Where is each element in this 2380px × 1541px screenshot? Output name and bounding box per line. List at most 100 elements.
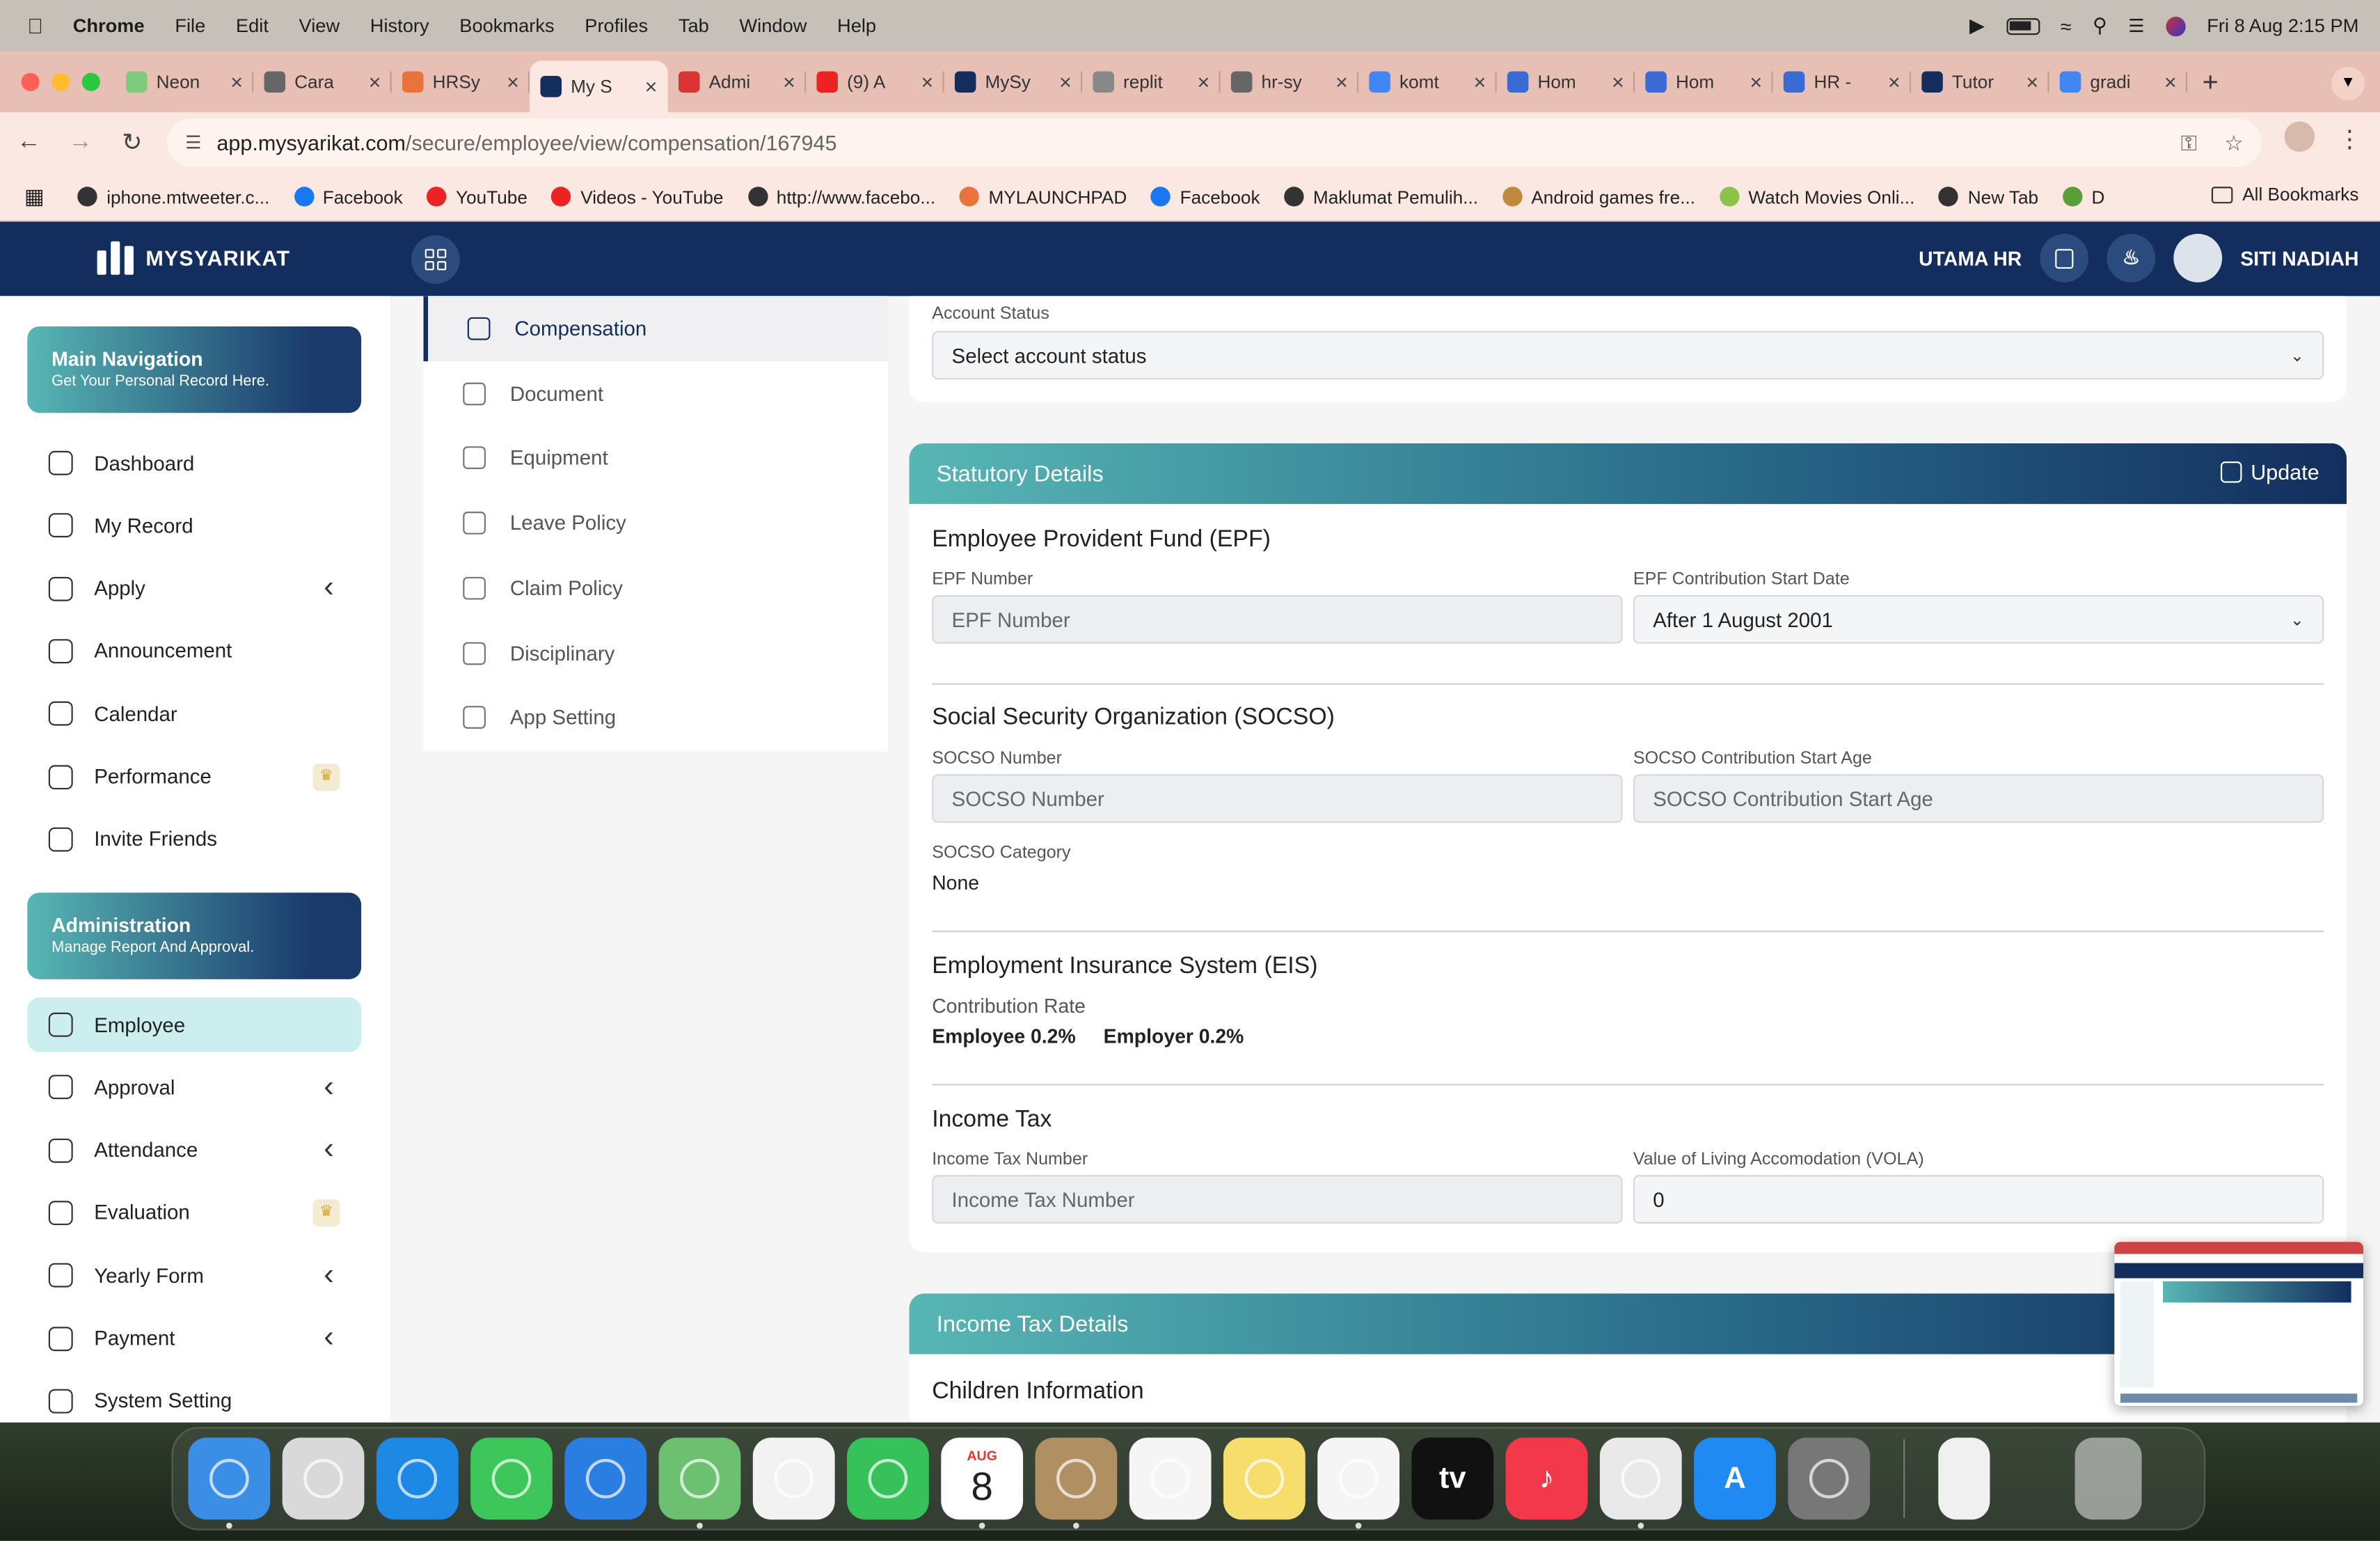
- bookmark-item[interactable]: New Tab: [1939, 186, 2038, 207]
- browser-tab[interactable]: Hom ×: [1635, 59, 1773, 104]
- bookmark-item[interactable]: D: [2063, 186, 2104, 207]
- submenu-item-compensation[interactable]: Compensation: [423, 296, 888, 362]
- dock-trash[interactable]: [2074, 1437, 2142, 1520]
- bookmark-item[interactable]: Facebook: [1151, 186, 1260, 207]
- sidebar-item-announcement[interactable]: Announcement: [27, 624, 361, 679]
- dock-freeform[interactable]: [1317, 1437, 1399, 1529]
- sidebar-item-yearly-form[interactable]: Yearly Form ‹: [27, 1248, 361, 1303]
- tab-close-icon[interactable]: ×: [783, 70, 795, 94]
- sidebar-item-evaluation[interactable]: Evaluation ♛: [27, 1185, 361, 1240]
- update-button[interactable]: Update: [2220, 460, 2319, 484]
- sidebar-item-employee[interactable]: Employee: [27, 997, 362, 1052]
- dock-contacts[interactable]: [1035, 1437, 1118, 1529]
- control-center-icon[interactable]: ☰: [2128, 15, 2144, 37]
- dock-recent-document[interactable]: [1938, 1437, 1990, 1520]
- tab-close-icon[interactable]: ×: [2164, 70, 2177, 94]
- dock-launchpad[interactable]: [282, 1437, 365, 1520]
- menu-profiles[interactable]: Profiles: [585, 15, 648, 37]
- socso-start-age-input[interactable]: SOCSO Contribution Start Age: [1633, 774, 2324, 823]
- chrome-menu-icon[interactable]: ⋮: [2338, 125, 2362, 155]
- dock-apple-tv[interactable]: tv: [1411, 1437, 1494, 1520]
- account-status-select[interactable]: Select account status ⌄: [932, 331, 2324, 380]
- browser-tab[interactable]: hr-sy ×: [1221, 59, 1359, 104]
- menubar-clock[interactable]: Fri 8 Aug 2:15 PM: [2207, 15, 2358, 37]
- close-window-button[interactable]: [21, 72, 40, 91]
- browser-tab[interactable]: komt ×: [1358, 59, 1497, 104]
- battery-icon[interactable]: [2006, 17, 2040, 35]
- dock-safari[interactable]: [376, 1437, 459, 1520]
- bookmark-item[interactable]: http://www.facebo...: [747, 186, 935, 207]
- menu-app-name[interactable]: Chrome: [73, 15, 145, 37]
- dock-finder[interactable]: [188, 1437, 271, 1529]
- tab-search-chevron-icon[interactable]: ▼: [2331, 66, 2365, 100]
- tab-close-icon[interactable]: ×: [1612, 70, 1624, 94]
- new-tab-button[interactable]: +: [2203, 66, 2219, 98]
- browser-tab[interactable]: Tutor ×: [1911, 59, 2049, 104]
- dock-app-store[interactable]: A: [1694, 1437, 1776, 1520]
- siri-icon[interactable]: [2166, 15, 2186, 36]
- tab-close-icon[interactable]: ×: [1888, 70, 1901, 94]
- bookmark-star-icon[interactable]: ☆: [2224, 131, 2243, 157]
- sidebar-item-system-setting[interactable]: System Setting: [27, 1373, 361, 1422]
- browser-tab[interactable]: (9) A ×: [806, 59, 944, 104]
- browser-tab[interactable]: Admi ×: [668, 59, 807, 104]
- tab-close-icon[interactable]: ×: [369, 70, 381, 94]
- bookmark-item[interactable]: Watch Movies Onli...: [1719, 186, 1914, 207]
- menu-bookmarks[interactable]: Bookmarks: [459, 15, 554, 37]
- sidebar-item-calendar[interactable]: Calendar: [27, 686, 361, 741]
- tab-close-icon[interactable]: ×: [1473, 70, 1486, 94]
- sidebar-item-apply[interactable]: Apply ‹: [27, 561, 361, 616]
- submenu-item-claim-policy[interactable]: Claim Policy: [424, 555, 888, 621]
- company-switch-button[interactable]: [2040, 233, 2089, 283]
- bookmark-item[interactable]: Facebook: [294, 186, 403, 207]
- all-bookmarks-folder[interactable]: All Bookmarks: [2212, 184, 2358, 205]
- minimize-window-button[interactable]: [51, 72, 70, 91]
- dock-reminders[interactable]: [1129, 1437, 1212, 1520]
- user-avatar[interactable]: [2173, 233, 2223, 283]
- tab-close-icon[interactable]: ×: [921, 70, 934, 94]
- sidebar-item-dashboard[interactable]: Dashboard: [27, 436, 361, 491]
- play-icon[interactable]: ▶: [1969, 14, 1985, 38]
- tab-close-icon[interactable]: ×: [1750, 70, 1762, 94]
- spotlight-search-icon[interactable]: ⚲: [2093, 14, 2107, 38]
- tab-close-icon[interactable]: ×: [230, 70, 243, 94]
- forward-arrow-icon[interactable]: →: [58, 129, 103, 156]
- submenu-item-disciplinary[interactable]: Disciplinary: [424, 620, 888, 686]
- tab-close-icon[interactable]: ×: [2026, 70, 2038, 94]
- reload-icon[interactable]: ↻: [109, 127, 154, 158]
- notifications-button[interactable]: ♨: [2107, 233, 2156, 283]
- browser-tab[interactable]: gradi ×: [2049, 59, 2187, 104]
- menu-file[interactable]: File: [175, 15, 205, 37]
- menu-history[interactable]: History: [370, 15, 429, 37]
- vola-input[interactable]: 0: [1633, 1175, 2324, 1224]
- dock-system-settings[interactable]: [1788, 1437, 1871, 1520]
- company-name[interactable]: UTAMA HR: [1919, 246, 2022, 269]
- tab-close-icon[interactable]: ×: [1059, 70, 1072, 94]
- dock-chrome[interactable]: [1599, 1437, 1682, 1529]
- browser-tab[interactable]: Hom ×: [1497, 59, 1635, 104]
- sidebar-item-performance[interactable]: Performance ♛: [27, 749, 361, 804]
- browser-tab[interactable]: My S ×: [530, 61, 668, 113]
- password-key-icon[interactable]: ⚿: [2181, 131, 2197, 157]
- submenu-item-leave-policy[interactable]: Leave Policy: [424, 491, 888, 556]
- bookmark-item[interactable]: Videos - YouTube: [551, 186, 723, 207]
- browser-tab[interactable]: replit ×: [1082, 59, 1221, 104]
- browser-tab[interactable]: HRSy ×: [392, 59, 530, 104]
- dock-notes[interactable]: [1223, 1437, 1306, 1520]
- menu-window[interactable]: Window: [739, 15, 807, 37]
- submenu-item-document[interactable]: Document: [424, 361, 888, 426]
- tab-close-icon[interactable]: ×: [1197, 70, 1209, 94]
- dock-music[interactable]: ♪: [1505, 1437, 1588, 1520]
- dock-facetime[interactable]: [847, 1437, 929, 1520]
- bookmark-item[interactable]: Android games fre...: [1502, 186, 1695, 207]
- menu-help[interactable]: Help: [837, 15, 876, 37]
- menu-view[interactable]: View: [299, 15, 340, 37]
- apps-menu-button[interactable]: [411, 235, 460, 284]
- menu-tab[interactable]: Tab: [679, 15, 709, 37]
- back-arrow-icon[interactable]: ←: [6, 129, 51, 156]
- zoom-window-button[interactable]: [81, 72, 100, 91]
- dock-messages[interactable]: [470, 1437, 553, 1520]
- bookmark-item[interactable]: iphone.mtweeter.c...: [77, 186, 269, 207]
- socso-number-input[interactable]: SOCSO Number: [932, 774, 1623, 823]
- epf-start-date-select[interactable]: After 1 August 2001 ⌄: [1633, 594, 2324, 644]
